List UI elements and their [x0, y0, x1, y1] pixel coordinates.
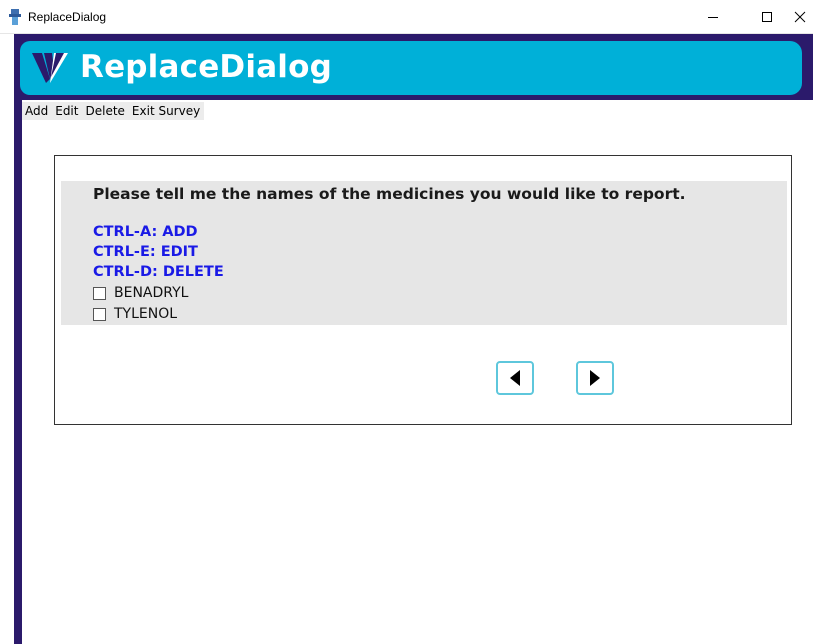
- close-icon: [794, 11, 805, 23]
- menu-edit[interactable]: Edit: [52, 102, 83, 120]
- menu-exit-survey[interactable]: Exit Survey: [128, 102, 205, 120]
- question-panel: Please tell me the names of the medicine…: [61, 181, 787, 325]
- header-banner: ReplaceDialog: [20, 41, 802, 95]
- maximize-button[interactable]: [744, 0, 790, 34]
- next-button[interactable]: [576, 361, 614, 395]
- menu-delete[interactable]: Delete: [82, 102, 129, 120]
- menu-bar: Add Edit Delete Exit Survey: [22, 102, 205, 120]
- shortcut-delete-label: CTRL-D: DELETE: [93, 264, 224, 280]
- option-label: TYLENOL: [114, 306, 178, 322]
- menu-add[interactable]: Add: [22, 102, 53, 120]
- left-frame-border: [14, 34, 22, 644]
- option-benadryl[interactable]: BENADRYL: [93, 285, 188, 301]
- option-checkbox[interactable]: [93, 307, 106, 321]
- shortcut-edit-label: CTRL-E: EDIT: [93, 244, 198, 260]
- triangle-left-icon: [510, 370, 520, 386]
- window-title: ReplaceDialog: [28, 10, 107, 24]
- previous-button[interactable]: [496, 361, 534, 395]
- option-tylenol[interactable]: TYLENOL: [93, 306, 177, 322]
- survey-panel: Please tell me the names of the medicine…: [54, 155, 792, 425]
- maximize-icon: [762, 12, 772, 22]
- close-button[interactable]: [786, 0, 813, 34]
- app-title: ReplaceDialog: [80, 49, 333, 85]
- option-checkbox[interactable]: [93, 286, 106, 300]
- logo-icon: [32, 53, 68, 83]
- minimize-button[interactable]: [690, 0, 736, 34]
- question-text: Please tell me the names of the medicine…: [93, 185, 686, 203]
- triangle-right-icon: [590, 370, 600, 386]
- window-titlebar: ReplaceDialog: [0, 0, 813, 34]
- shortcut-add-label: CTRL-A: ADD: [93, 224, 198, 240]
- option-label: BENADRYL: [114, 285, 189, 301]
- app-icon: [9, 9, 21, 25]
- minimize-icon: [708, 17, 718, 18]
